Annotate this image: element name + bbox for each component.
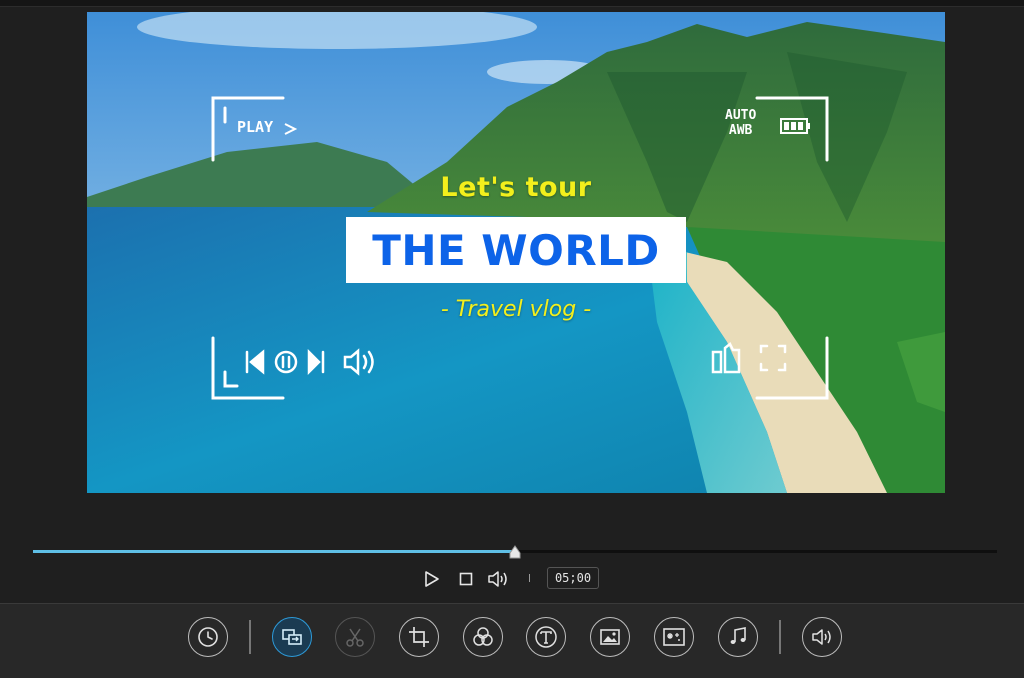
- speed-tool-button[interactable]: [188, 617, 228, 657]
- sparkle-effects-icon: [663, 628, 685, 646]
- divider-tick: [529, 574, 530, 582]
- play-icon: [425, 571, 439, 587]
- volume-button[interactable]: [486, 566, 510, 592]
- filter-tool-button[interactable]: [463, 617, 503, 657]
- player-controls-doodle: [245, 348, 374, 376]
- image-icon: [600, 629, 620, 645]
- speaker-icon: [812, 629, 831, 645]
- clock-icon: [198, 627, 218, 647]
- play-arrow-icon: [284, 123, 297, 135]
- toolbar-separator: [249, 620, 251, 654]
- crop-tool-button[interactable]: [399, 617, 439, 657]
- headline-main: THE WORLD: [372, 226, 660, 275]
- video-preview[interactable]: PLAY AUTO AWB Let's tour THE WORLD - Tra…: [87, 12, 945, 493]
- image-tool-button[interactable]: [590, 617, 630, 657]
- transition-tool-button[interactable]: [272, 617, 312, 657]
- edit-toolbar: [0, 603, 1024, 678]
- headline-sub: - Travel vlog -: [440, 297, 592, 322]
- transition-icon: [282, 629, 302, 645]
- music-tool-button[interactable]: [718, 617, 758, 657]
- music-note-icon: [730, 627, 746, 644]
- effects-tool-button[interactable]: [654, 617, 694, 657]
- time-display[interactable]: 05;00: [547, 567, 599, 589]
- cut-tool-button[interactable]: [335, 617, 375, 657]
- text-icon: [535, 626, 557, 648]
- cam-awb-label: AWB: [728, 123, 753, 138]
- timeline-progress: [33, 550, 515, 553]
- cam-auto-label: AUTO: [725, 108, 757, 123]
- text-tool-button[interactable]: [526, 617, 566, 657]
- crop-icon: [409, 627, 429, 647]
- touch-and-fullscreen-doodle: [711, 342, 787, 374]
- scissors-icon: [346, 628, 364, 647]
- play-button[interactable]: [420, 566, 442, 592]
- headline-top: Let's tour: [440, 172, 592, 203]
- cam-auto-awb-label: AUTO AWB: [725, 108, 756, 138]
- filter-circles-icon: [473, 627, 493, 646]
- cam-play-label: PLAY: [237, 118, 274, 136]
- playhead-handle[interactable]: [509, 545, 521, 559]
- top-strip: [0, 0, 1024, 7]
- playback-controls: [0, 566, 1024, 592]
- battery-icon: [780, 118, 810, 134]
- speaker-icon: [488, 571, 507, 587]
- stop-button[interactable]: [456, 566, 476, 592]
- stop-icon: [459, 572, 473, 586]
- toolbar-separator: [779, 620, 781, 654]
- volume-tool-button[interactable]: [802, 617, 842, 657]
